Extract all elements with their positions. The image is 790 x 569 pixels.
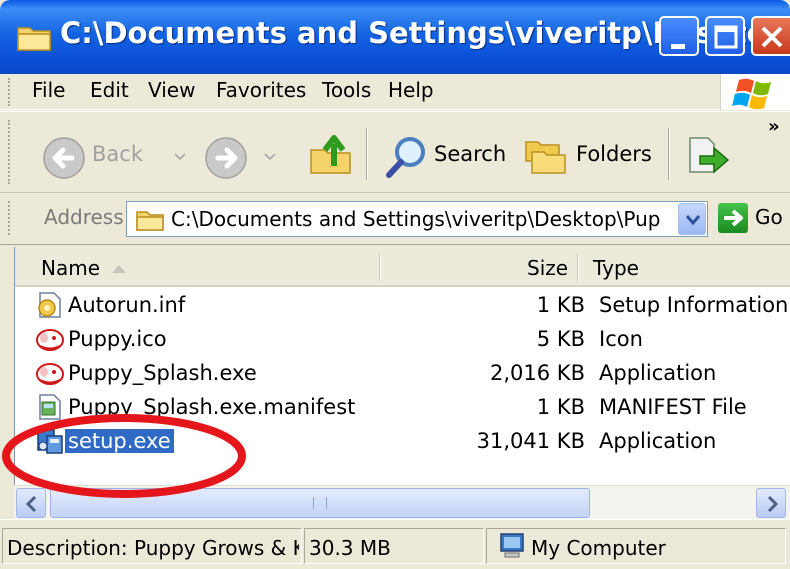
address-bar: Address C:\Documents and Settings\viveri… <box>0 193 790 245</box>
file-type: Setup Information <box>599 293 789 317</box>
title-bar[interactable]: C:\Documents and Settings\viveritp\Deskt… <box>0 0 790 74</box>
search-icon <box>386 137 425 178</box>
address-input[interactable]: C:\Documents and Settings\viveritp\Deskt… <box>126 201 708 237</box>
forward-dropdown-icon[interactable] <box>264 153 276 161</box>
column-name[interactable]: Name <box>41 256 100 280</box>
file-type: Application <box>599 361 717 385</box>
status-location: My Computer <box>531 536 666 560</box>
search-label: Search <box>434 142 507 166</box>
menu-help[interactable]: Help <box>388 78 434 102</box>
toolbar-grip[interactable] <box>8 120 11 184</box>
windows-flag-icon <box>732 78 771 110</box>
status-description: Description: Puppy Grows & Knc <box>7 536 299 560</box>
sort-ascending-icon <box>112 265 126 273</box>
go-label[interactable]: Go <box>755 205 783 229</box>
windows-logo <box>720 74 790 110</box>
folder-up-icon <box>310 135 351 174</box>
folders-label: Folders <box>576 142 652 166</box>
file-size: 1 KB <box>536 395 585 419</box>
back-dropdown-icon[interactable] <box>174 153 186 161</box>
file-name: Autorun.inf <box>68 293 186 317</box>
file-name: Puppy.ico <box>68 327 167 351</box>
file-size: 2,016 KB <box>490 361 585 385</box>
folder-icon <box>17 27 51 51</box>
minimize-icon <box>671 44 685 49</box>
close-button[interactable] <box>751 16 790 56</box>
file-type: Application <box>599 429 717 453</box>
address-label: Address <box>44 205 124 229</box>
column-type[interactable]: Type <box>593 256 639 280</box>
scroll-right-button[interactable] <box>756 488 786 518</box>
toolbar-overflow-chevron[interactable]: » <box>768 116 780 137</box>
status-location-panel: My Computer <box>486 528 786 564</box>
menu-file[interactable]: File <box>32 78 65 102</box>
file-row[interactable]: Puppy_Splash.exe 2,016 KB Application <box>15 357 790 391</box>
menu-favorites[interactable]: Favorites <box>216 78 306 102</box>
folders-button[interactable]: Folders <box>516 122 660 184</box>
menu-grip[interactable] <box>8 78 11 106</box>
explorer-window: C:\Documents and Settings\viveritp\Deskt… <box>0 0 790 569</box>
status-description-panel: Description: Puppy Grows & Knc <box>2 528 302 564</box>
column-divider[interactable] <box>577 253 579 281</box>
my-computer-icon <box>500 533 524 558</box>
back-button[interactable]: Back <box>22 122 192 184</box>
status-size: 30.3 MB <box>309 536 391 560</box>
column-divider[interactable] <box>379 253 381 281</box>
file-row[interactable]: Autorun.inf 1 KB Setup Information <box>15 289 790 323</box>
address-grip[interactable] <box>8 201 11 235</box>
toolbar-separator <box>366 128 368 180</box>
views-button[interactable] <box>680 122 744 184</box>
go-button[interactable] <box>718 203 748 233</box>
file-size: 1 KB <box>536 293 585 317</box>
menu-view[interactable]: View <box>148 78 195 102</box>
back-arrow-icon <box>43 137 85 179</box>
maximize-icon <box>714 25 738 49</box>
chevron-right-icon <box>767 495 779 513</box>
minimize-button[interactable] <box>659 16 699 56</box>
close-icon <box>761 26 783 48</box>
forward-arrow-icon <box>205 137 247 179</box>
column-header: Name Size Type <box>15 247 790 287</box>
menu-edit[interactable]: Edit <box>90 78 129 102</box>
maximize-button[interactable] <box>705 16 745 56</box>
status-size-panel: 30.3 MB <box>304 528 484 564</box>
scroll-thumb-grip <box>313 497 327 509</box>
address-value: C:\Documents and Settings\viveritp\Deskt… <box>171 207 661 231</box>
address-dropdown-button[interactable] <box>678 203 706 235</box>
chevron-down-icon <box>685 215 701 226</box>
file-type: Icon <box>599 327 643 351</box>
status-bar: Description: Puppy Grows & Knc 30.3 MB M… <box>0 519 790 569</box>
inf-file-icon <box>38 292 61 318</box>
up-folder-button[interactable] <box>300 122 360 184</box>
file-size: 31,041 KB <box>476 429 585 453</box>
folder-icon <box>136 211 164 231</box>
go-arrow-icon <box>724 209 743 227</box>
standard-toolbar: Back Search Folders » <box>0 111 790 193</box>
column-size[interactable]: Size <box>527 256 568 280</box>
file-size: 5 KB <box>536 327 585 351</box>
search-button[interactable]: Search <box>378 122 508 184</box>
views-icon <box>689 137 730 174</box>
file-row[interactable]: Puppy.ico 5 KB Icon <box>15 323 790 357</box>
back-label: Back <box>92 142 143 166</box>
forward-button[interactable] <box>192 122 292 184</box>
file-name: Puppy_Splash.exe <box>68 361 257 385</box>
file-type: MANIFEST File <box>599 395 747 419</box>
menu-tools[interactable]: Tools <box>322 78 371 102</box>
folders-icon <box>525 141 566 174</box>
toolbar-separator <box>668 128 670 180</box>
annotation-ellipse <box>2 414 246 498</box>
puppy-icon <box>36 363 64 385</box>
menu-bar: File Edit View Favorites Tools Help <box>0 74 790 110</box>
puppy-icon <box>36 329 64 351</box>
